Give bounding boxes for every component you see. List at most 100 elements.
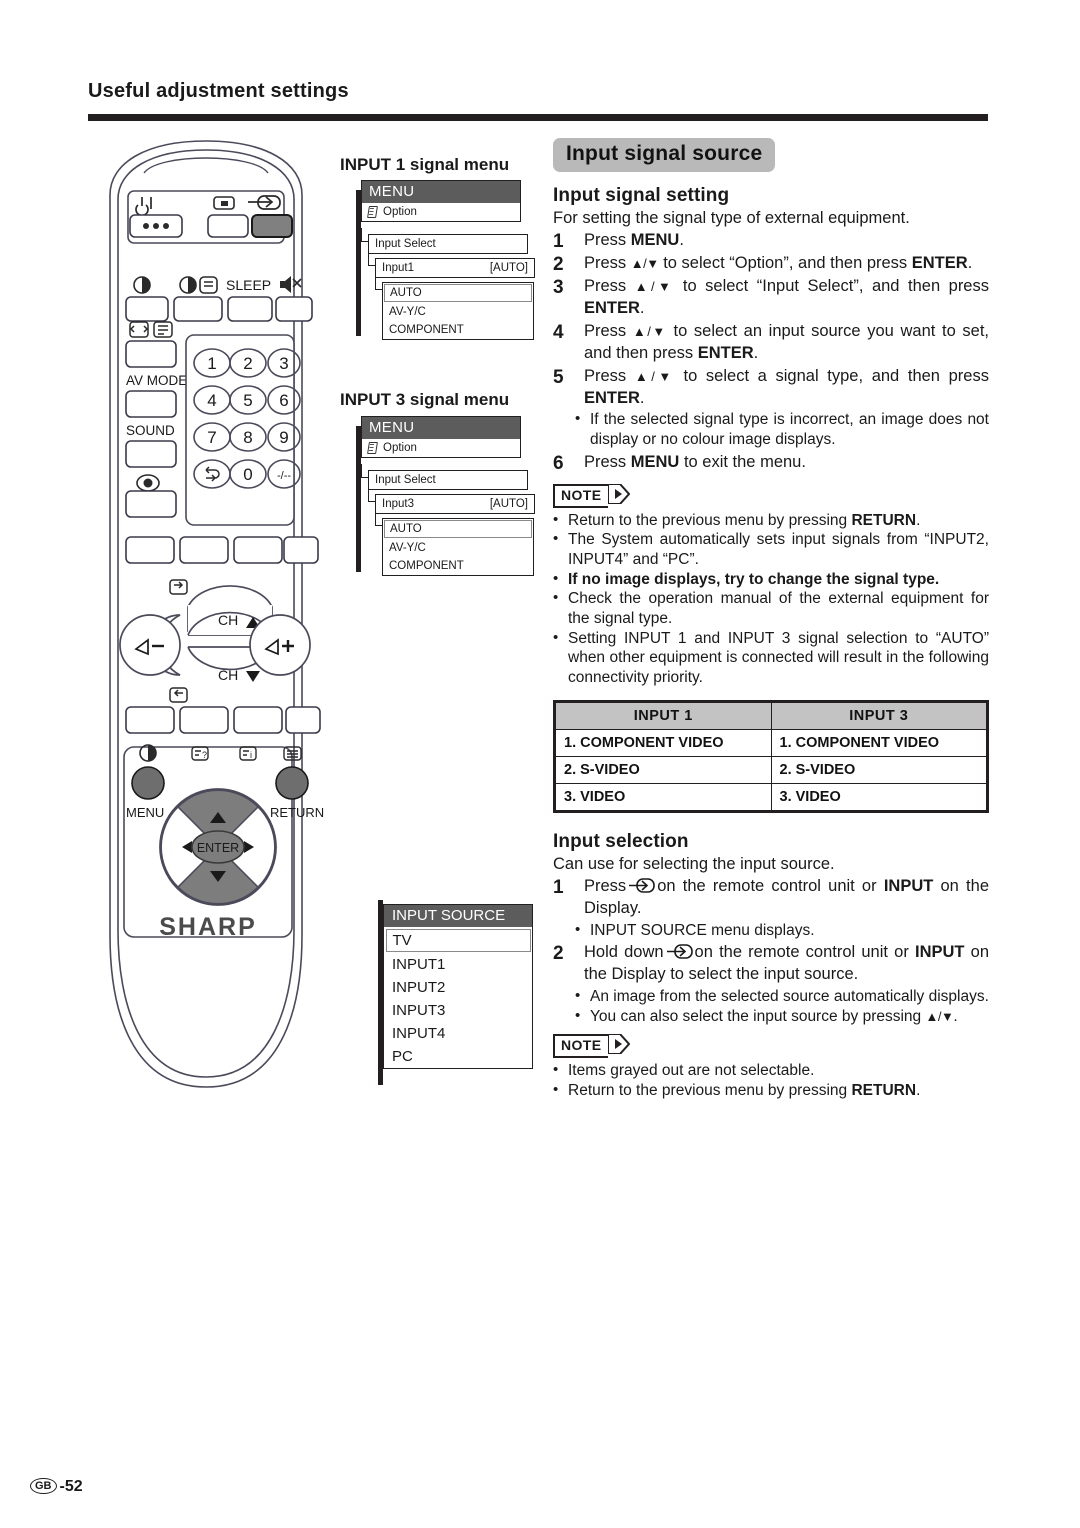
menu-row-option-label: Option [383,442,417,454]
step-number: 3 [553,276,564,298]
note-item: Return to the previous menu by pressing … [553,510,989,531]
remote-enter-label: ENTER [197,841,239,855]
menu-row-input1-label: Input1 [382,262,414,274]
menu-row-input3[interactable]: Input3 [AUTO] [376,495,534,513]
step-number: 2 [553,253,564,275]
step-item: 2 Press ▲/▼ to select “Option”, and then… [553,253,989,275]
menu-connector [361,228,368,242]
step-number: 6 [553,452,564,474]
input1-menu-caption: INPUT 1 signal menu [340,155,510,174]
table-row: 3. VIDEO 3. VIDEO [554,782,988,812]
svg-text:CH: CH [218,667,238,683]
document-icon [368,442,377,454]
remote-avmode-label: AV MODE [126,373,187,388]
menu-connector [375,276,382,290]
menu-option-av-yc[interactable]: AV-Y/C [383,539,533,557]
remote-return-label: RETURN [270,805,324,820]
table-cell: 1. COMPONENT VIDEO [770,728,988,757]
svg-text:-/--: -/-- [277,470,291,482]
menu-option-auto-label: AUTO [390,523,422,535]
menu-row-option[interactable]: Option [362,439,520,457]
input-source-item-input3[interactable]: INPUT3 [384,999,532,1022]
menu-option-component[interactable]: COMPONENT [383,557,533,575]
menu-row-input-select[interactable]: Input Select [369,471,527,489]
note-tag: NOTE [553,482,630,508]
menu-window-input-select: Input Select [368,234,528,254]
menu-title: MENU [362,417,520,439]
table-row: 2. S-VIDEO 2. S-VIDEO [554,755,988,784]
menu-row-input-select[interactable]: Input Select [369,235,527,253]
step-text-pre: Hold down [584,943,664,962]
input-source-title: INPUT SOURCE [384,905,532,927]
note-item: If no image displays, try to change the … [553,569,989,590]
input-source-icon [628,877,655,893]
step-text-pre: Press [584,876,627,895]
note-label: NOTE [553,1034,608,1059]
table-cell: 3. VIDEO [770,782,988,812]
svg-text:i: i [250,750,252,760]
step-text: Press MENU to exit the menu. [584,452,806,471]
bullet-item: If the selected signal type is incorrect… [575,409,989,449]
main-content-column: Input signal source Input signal setting… [553,138,989,1103]
note-label: NOTE [553,483,608,508]
menu-row-input1[interactable]: Input1 [AUTO] [376,259,534,277]
svg-text:0: 0 [243,465,252,484]
input-source-item-tv[interactable]: TV [385,928,531,952]
step-item: 5 Press ▲/▼ to select a signal type, and… [553,366,989,410]
svg-text:4: 4 [207,391,216,410]
input3-menu-caption: INPUT 3 signal menu [340,390,510,409]
step-item: 2 Hold down on the remote control unit or… [553,942,989,986]
table-cell: 2. S-VIDEO [770,755,988,784]
input-source-icon [666,944,693,959]
step-text: Hold down on the remote control unit or I… [584,943,990,984]
remote-sound-label: SOUND [126,423,175,438]
section-heading-badge: Input signal source [553,138,776,172]
menu-window-signal-types: AUTO AV-Y/C COMPONENT [382,518,534,576]
menu-row-input3-label: Input3 [382,498,414,510]
note-tag: NOTE [553,1033,630,1059]
menu-option-av-yc[interactable]: AV-Y/C [383,303,533,321]
menu-option-component-label: COMPONENT [389,560,464,572]
input-signal-setting-steps: 1 Press MENU. 2 Press ▲/▼ to select “Opt… [553,230,989,410]
page-footer: GB -52 [30,1478,83,1496]
svg-text:9: 9 [279,428,288,447]
document-icon [368,206,377,218]
step-text: Press on the remote control unit or INPUT… [584,876,989,917]
table-header-input3: INPUT 3 [770,700,988,730]
menu-row-option-label: Option [383,206,417,218]
note-item: Items grayed out are not selectable. [553,1060,989,1081]
menu-row-input-select-label: Input Select [375,474,436,486]
menu-row-option[interactable]: Option [362,203,520,221]
table-header-row: INPUT 1 INPUT 3 [554,700,988,730]
svg-text:5: 5 [243,391,252,410]
step-text: Press ▲/▼ to select an input source you … [584,321,989,362]
note-arrow-icon [606,1033,630,1056]
menu-option-component[interactable]: COMPONENT [383,321,533,339]
menu-option-auto[interactable]: AUTO [384,520,532,538]
input3-signal-menu-figure: MENU Option Input Select Input3 [AUTO] A… [356,416,536,576]
input-signal-setting-heading: Input signal setting [553,185,730,206]
input-source-item-pc[interactable]: PC [384,1045,532,1068]
menu-window-input-select: Input Select [368,470,528,490]
step-text: Press MENU. [584,230,684,249]
header-divider [88,114,988,121]
menu-option-av-yc-label: AV-Y/C [389,542,426,554]
bullet-item: You can also select the input source by … [575,1006,989,1027]
step1-bullets: INPUT SOURCE menu displays. [553,920,989,941]
svg-text:2: 2 [243,354,252,373]
menu-option-auto[interactable]: AUTO [384,284,532,302]
input-source-item-input4[interactable]: INPUT4 [384,1022,532,1045]
input-source-item-input1[interactable]: INPUT1 [384,953,532,976]
table-cell: 3. VIDEO [554,782,772,812]
svg-text:8: 8 [243,428,252,447]
svg-text:6: 6 [279,391,288,410]
menu-connector [361,464,368,478]
input-selection-notes: Items grayed out are not selectable. Ret… [553,1060,989,1100]
menu-option-av-yc-label: AV-Y/C [389,306,426,318]
menu-connector [368,252,375,266]
table-cell: 2. S-VIDEO [554,755,772,784]
input-selection-heading: Input selection [553,830,689,852]
menu-connector [368,488,375,502]
input-signal-setting-step6: 6 Press MENU to exit the menu. [553,452,989,474]
input-source-item-input2[interactable]: INPUT2 [384,976,532,999]
